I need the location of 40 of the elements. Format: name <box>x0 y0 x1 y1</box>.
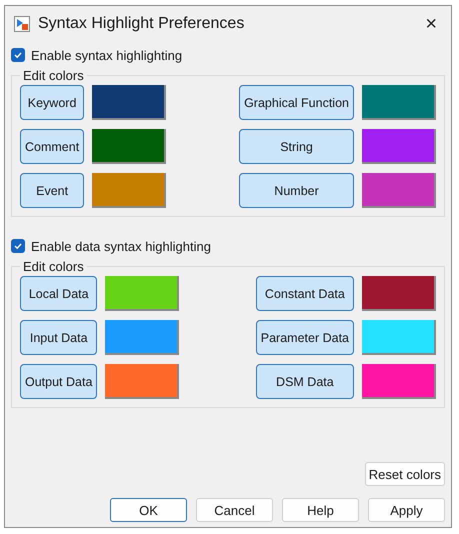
color-swatch[interactable] <box>362 129 436 164</box>
color-swatch[interactable] <box>362 276 436 311</box>
color-button[interactable]: Output Data <box>20 364 98 399</box>
color-swatch[interactable] <box>92 173 166 208</box>
color-button[interactable]: String <box>239 129 354 164</box>
color-button[interactable]: Number <box>239 173 354 208</box>
color-button[interactable]: Graphical Function <box>239 85 354 120</box>
color-button[interactable]: Comment <box>20 129 84 164</box>
color-button[interactable]: Parameter Data <box>256 320 354 355</box>
color-button[interactable]: Constant Data <box>256 276 354 311</box>
close-button[interactable]: × <box>419 12 443 36</box>
dialog-button[interactable]: Apply <box>368 498 445 522</box>
color-button[interactable]: Local Data <box>20 276 98 311</box>
dialog-button[interactable]: OK <box>110 498 187 522</box>
color-swatch[interactable] <box>362 173 436 208</box>
checkbox-label: Enable data syntax highlighting <box>31 238 211 254</box>
tick-icon <box>13 50 23 60</box>
app-icon <box>14 16 30 32</box>
color-swatch[interactable] <box>105 276 180 311</box>
color-button[interactable]: DSM Data <box>256 364 354 399</box>
tick-icon <box>13 241 23 251</box>
checkbox-label: Enable syntax highlighting <box>31 48 182 62</box>
color-swatch[interactable] <box>362 364 436 399</box>
reset-colors-button[interactable]: Reset colors <box>364 462 445 486</box>
group-title: Edit colors <box>22 68 85 83</box>
color-button[interactable]: Event <box>20 173 84 208</box>
checkbox[interactable] <box>11 48 25 62</box>
window-title: Syntax Highlight Preferences <box>38 15 246 33</box>
color-swatch[interactable] <box>92 129 166 164</box>
checkbox[interactable] <box>11 239 25 253</box>
color-swatch[interactable] <box>92 85 166 120</box>
dialog-button[interactable]: Help <box>282 498 359 522</box>
color-swatch[interactable] <box>105 320 180 355</box>
color-button[interactable]: Keyword <box>20 85 84 120</box>
color-button[interactable]: Input Data <box>20 320 98 355</box>
color-swatch[interactable] <box>362 320 436 355</box>
dialog-button[interactable]: Cancel <box>196 498 273 522</box>
color-swatch[interactable] <box>105 364 180 399</box>
group-title: Edit colors <box>22 259 85 274</box>
color-swatch[interactable] <box>362 85 436 120</box>
